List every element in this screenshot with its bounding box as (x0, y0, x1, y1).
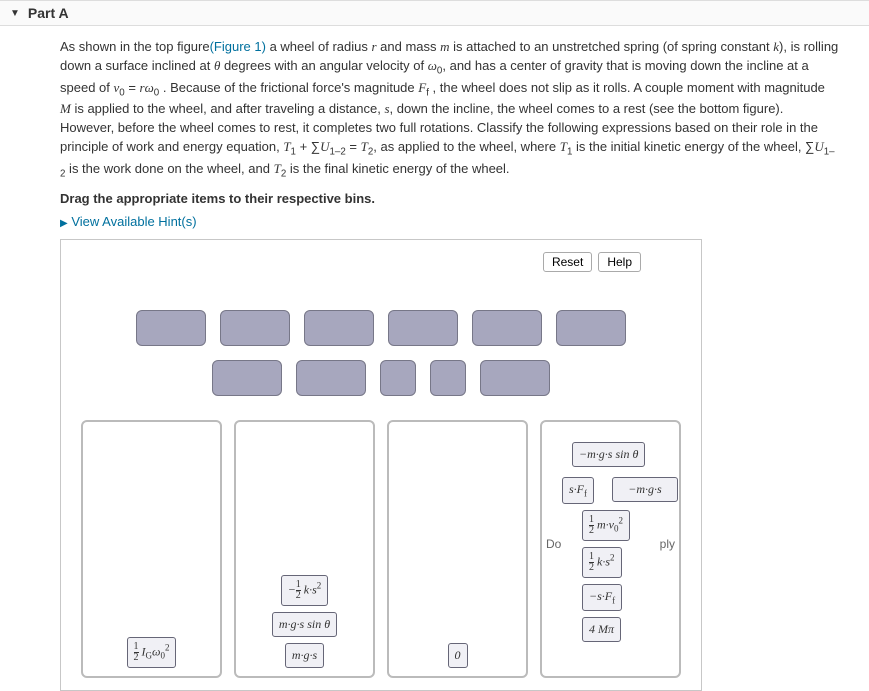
expression-token[interactable]: −12 k·s2 (281, 575, 329, 606)
dna-left: Do (546, 537, 561, 551)
bin-1[interactable]: 12 IGω02 (81, 420, 222, 678)
expression-token[interactable]: −m·g·s sin θ (572, 442, 645, 467)
expression-token[interactable]: 12 k·s2 (582, 547, 622, 578)
hints-label: View Available Hint(s) (71, 214, 196, 229)
expression-token[interactable]: 12 m·v02 (582, 510, 630, 541)
expression-token[interactable]: 12 IGω02 (127, 637, 177, 668)
hints-expand-icon: ▶ (60, 218, 68, 229)
help-button[interactable]: Help (598, 252, 641, 272)
expression-token[interactable]: −m·g·s (612, 477, 678, 502)
draggable-item[interactable] (220, 310, 290, 346)
source-row-2 (61, 360, 701, 396)
draggable-item[interactable] (430, 360, 466, 396)
draggable-item[interactable] (556, 310, 626, 346)
problem-body: a wheel of radius r and mass m is attach… (60, 39, 838, 176)
drag-instruction: Drag the appropriate items to their resp… (60, 191, 839, 206)
figure-link[interactable]: (Figure 1) (210, 39, 266, 54)
problem-prefix: As shown in the top figure (60, 39, 210, 54)
bin-4[interactable]: Do ply −m·g·s sin θ s·Ff −m·g·s 12 m·v02 12 … (540, 420, 681, 678)
expression-token[interactable]: −s·Ff (582, 584, 622, 610)
sorting-panel: Reset Help 12 IGω02 −12 k·s2 m·g·s sin θ m… (60, 239, 702, 691)
dna-right: ply (660, 537, 675, 551)
draggable-item[interactable] (480, 360, 550, 396)
part-title: Part A (28, 5, 69, 21)
draggable-item[interactable] (472, 310, 542, 346)
draggable-item[interactable] (296, 360, 366, 396)
expression-token[interactable]: 4 Mπ (582, 617, 621, 642)
draggable-item[interactable] (304, 310, 374, 346)
bin-2[interactable]: −12 k·s2 m·g·s sin θ m·g·s (234, 420, 375, 678)
reset-button[interactable]: Reset (543, 252, 592, 272)
source-row-1 (61, 310, 701, 346)
view-hints[interactable]: ▶ View Available Hint(s) (60, 214, 839, 229)
bin-4-content: Do ply −m·g·s sin θ s·Ff −m·g·s 12 m·v02 12 … (542, 422, 679, 668)
expression-token[interactable]: m·g·s (285, 643, 324, 668)
expression-token[interactable]: m·g·s sin θ (272, 612, 337, 637)
collapse-toggle[interactable]: ▼ (10, 8, 20, 19)
bin-3[interactable]: 0 (387, 420, 528, 678)
draggable-item[interactable] (212, 360, 282, 396)
expression-token[interactable]: s·Ff (562, 477, 594, 503)
draggable-item[interactable] (388, 310, 458, 346)
problem-text: As shown in the top figure(Figure 1) a w… (60, 38, 839, 181)
draggable-item[interactable] (380, 360, 416, 396)
draggable-item[interactable] (136, 310, 206, 346)
expression-token[interactable]: 0 (448, 643, 468, 668)
